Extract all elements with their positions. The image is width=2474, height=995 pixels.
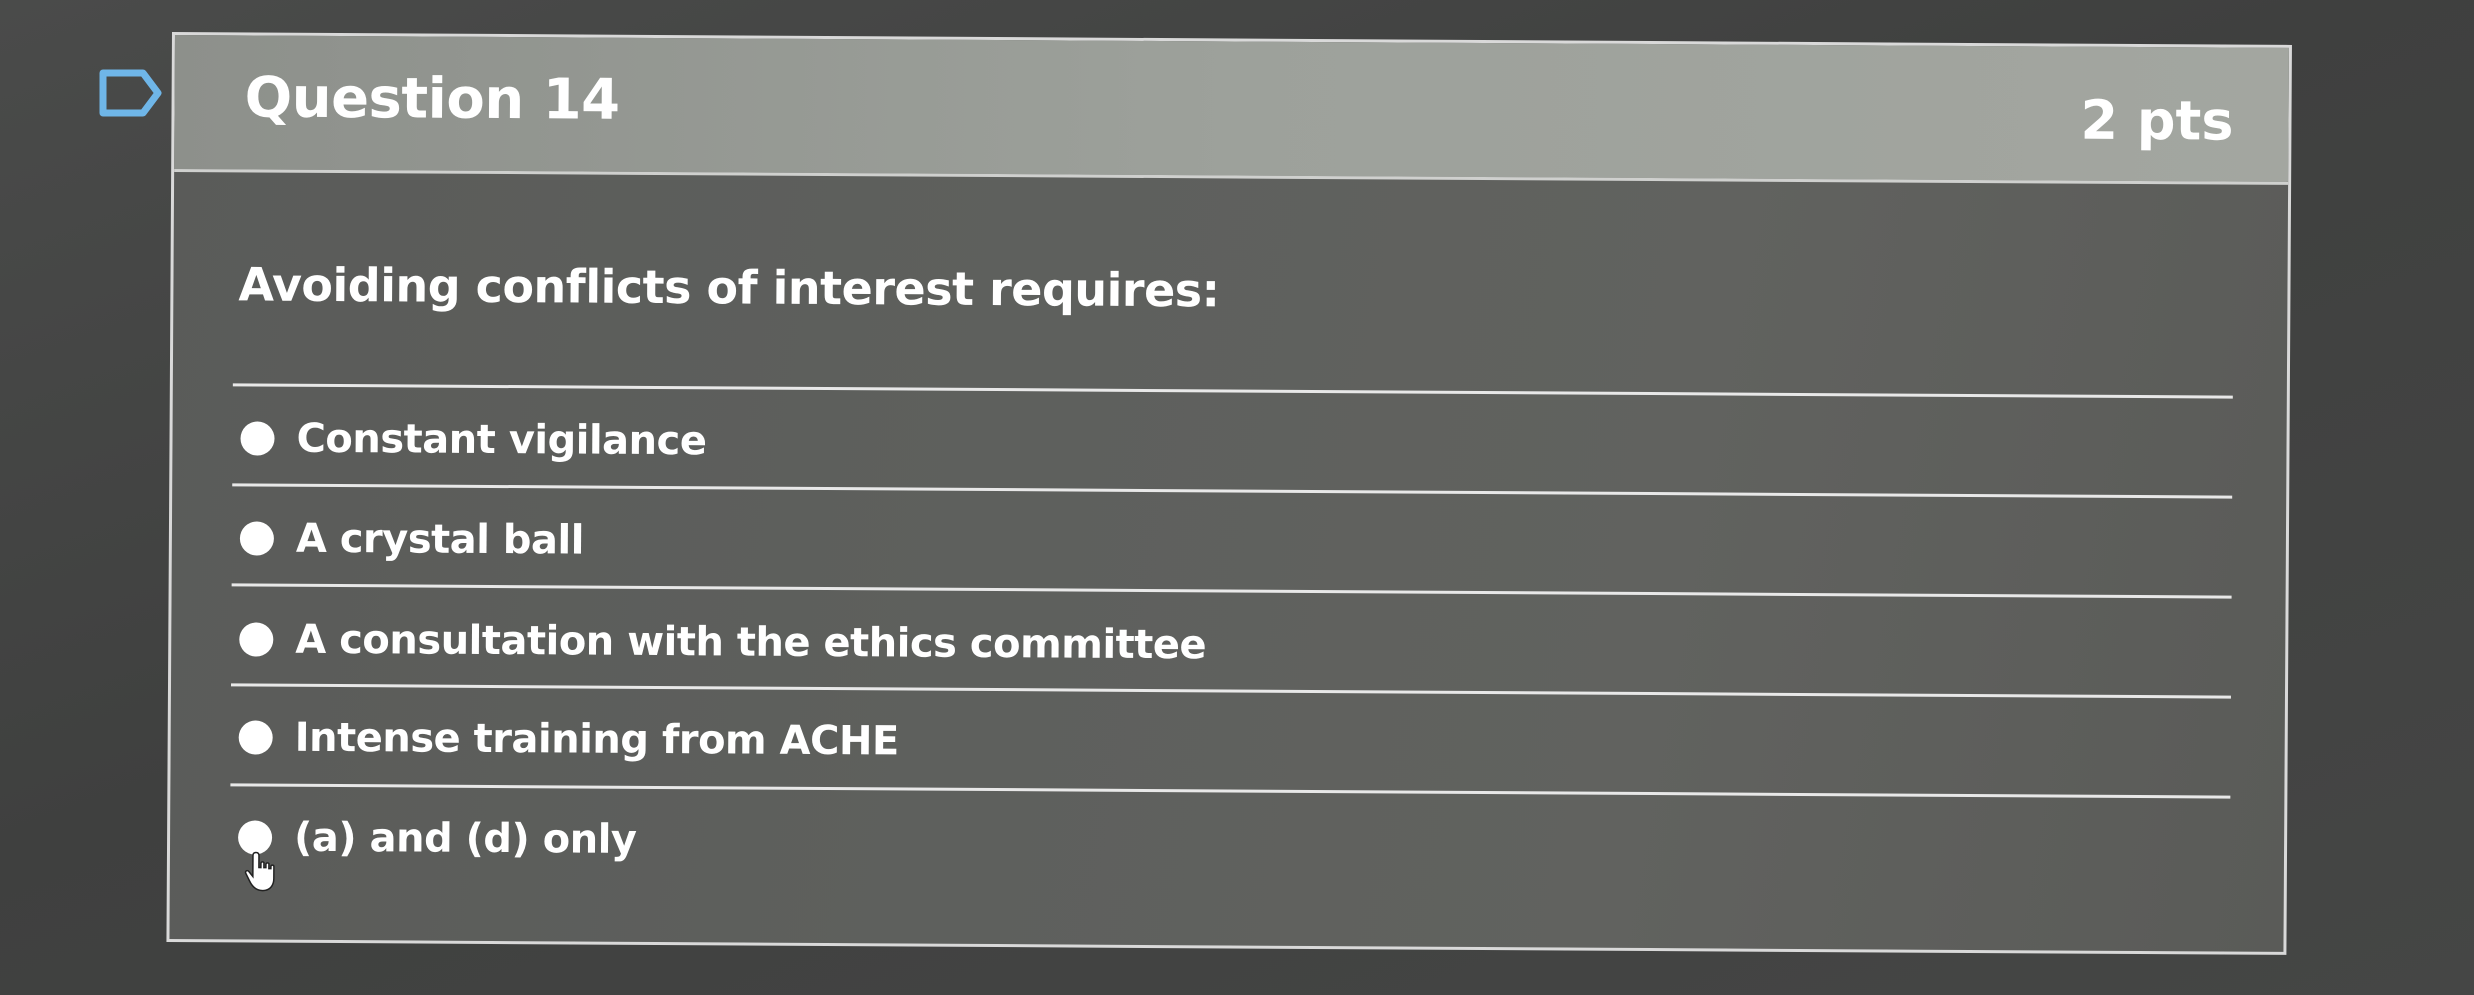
radio-button[interactable] <box>239 622 274 657</box>
question-header: Question 14 2 pts <box>174 35 2289 185</box>
answer-option-2[interactable]: A crystal ball <box>239 508 585 570</box>
radio-button[interactable] <box>240 421 275 456</box>
question-text: Avoiding conflicts of interest requires: <box>238 257 1220 318</box>
answer-divider <box>232 383 2233 399</box>
answer-label: Intense training from ACHE <box>294 714 899 765</box>
hand-pointer-icon <box>244 851 275 892</box>
question-card: Question 14 2 pts Avoiding conflicts of … <box>166 32 2292 955</box>
answer-divider <box>231 683 2231 699</box>
radio-button[interactable] <box>239 521 275 556</box>
answer-label: A crystal ball <box>295 515 585 564</box>
answer-label: Constant vigilance <box>296 415 707 465</box>
answer-option-5[interactable]: (a) and (d) only <box>237 807 637 869</box>
answer-label: A consultation with the ethics committee <box>295 616 1207 669</box>
answer-divider <box>231 583 2232 599</box>
answer-option-1[interactable]: Constant vigilance <box>240 408 707 471</box>
answer-option-3[interactable]: A consultation with the ethics committee <box>239 609 1206 675</box>
answer-label: (a) and (d) only <box>293 814 637 863</box>
flag-question-icon[interactable] <box>98 68 164 118</box>
answer-option-4[interactable]: Intense training from ACHE <box>238 707 899 771</box>
radio-button[interactable] <box>238 720 273 755</box>
answer-divider <box>230 783 2231 799</box>
question-points: 2 pts <box>2080 88 2234 153</box>
question-title: Question 14 <box>244 65 620 133</box>
answer-divider <box>232 483 2233 499</box>
